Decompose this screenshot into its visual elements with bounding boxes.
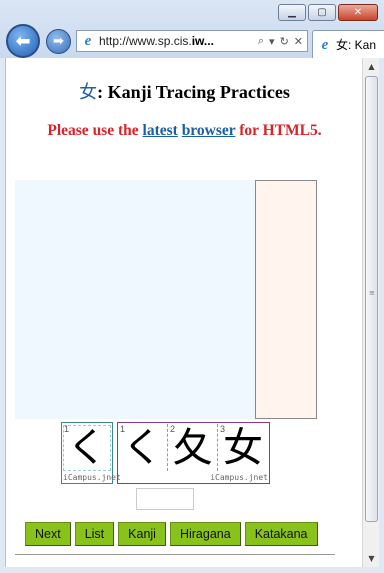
browser-notice: Please use the latest browser for HTML5. xyxy=(6,122,362,140)
stroke-preview-single: 1 く iCampus.jnet xyxy=(61,422,121,484)
stroke-glyph: 女 xyxy=(223,425,263,471)
back-button[interactable]: ⬅ xyxy=(6,24,40,58)
kanji-button[interactable]: Kanji xyxy=(118,522,166,546)
browser-tab[interactable]: e 女: Kan xyxy=(312,30,384,58)
stop-icon[interactable]: ✕ xyxy=(294,35,303,48)
page-title: 女: Kanji Tracing Practices xyxy=(6,78,362,104)
vertical-scrollbar[interactable]: ▲ ≡ ▼ xyxy=(362,58,379,567)
stroke-order-sequence: 1 く 2 夂 3 女 iCampus.jnet xyxy=(117,422,270,484)
maximize-button[interactable]: ▢ xyxy=(308,4,336,21)
window-controls: ▁ ▢ ✕ xyxy=(278,4,378,21)
chevron-down-icon[interactable]: ▾ xyxy=(269,35,275,48)
address-bar[interactable]: e http://www.sp.cis.iw... ⌕ ▾ ↻ ✕ xyxy=(76,30,308,52)
title-text: : Kanji Tracing Practices xyxy=(97,82,290,102)
url-prefix: http://www.sp.cis. xyxy=(99,34,192,48)
stroke-cell: 1 く xyxy=(118,424,168,471)
forward-button[interactable]: ➡ xyxy=(46,29,71,54)
list-button[interactable]: List xyxy=(74,522,115,546)
refresh-icon[interactable]: ↻ xyxy=(280,35,289,48)
search-icon[interactable]: ⌕ xyxy=(258,35,264,48)
browser-link[interactable]: browser xyxy=(182,122,236,139)
stroke-cell: 2 夂 xyxy=(168,424,218,471)
katakana-button[interactable]: Katakana xyxy=(244,522,318,546)
grip-icon: ≡ xyxy=(369,289,375,297)
side-panel[interactable] xyxy=(255,180,317,419)
credit-text: iCampus.jnet xyxy=(210,473,268,482)
tracing-canvas[interactable] xyxy=(15,180,255,419)
forward-arrow-icon: ➡ xyxy=(53,34,64,49)
hiragana-button[interactable]: Hiragana xyxy=(169,522,241,546)
address-url[interactable]: http://www.sp.cis.iw... xyxy=(99,34,258,48)
notice-suffix: for HTML5. xyxy=(235,122,322,139)
scrollbar-thumb[interactable]: ≡ xyxy=(365,76,378,522)
back-arrow-icon: ⬅ xyxy=(15,30,31,52)
url-domain: iw... xyxy=(191,34,214,48)
browser-chrome: ▁ ▢ ✕ ⬅ ➡ e http://www.sp.cis.iw... ⌕ ▾ … xyxy=(0,0,384,58)
divider xyxy=(15,554,335,555)
ie-icon: e xyxy=(84,33,92,49)
answer-input[interactable] xyxy=(136,488,194,510)
scroll-down-icon[interactable]: ▼ xyxy=(364,551,379,566)
tab-ie-icon: e xyxy=(321,36,329,53)
latest-link[interactable]: latest xyxy=(143,122,178,139)
credit-text: iCampus.jnet xyxy=(63,473,121,482)
stroke-cell: 3 女 xyxy=(218,424,268,471)
stroke-cell: 1 く xyxy=(62,424,112,471)
stroke-glyph: 夂 xyxy=(172,425,213,471)
notice-prefix: Please use the xyxy=(47,122,143,139)
stroke-glyph: く xyxy=(122,425,163,471)
next-button[interactable]: Next xyxy=(25,522,71,546)
tab-title: 女: Kan xyxy=(336,38,377,52)
page-viewport: 女: Kanji Tracing Practices Please use th… xyxy=(5,58,362,567)
title-kanji-link[interactable]: 女 xyxy=(79,82,97,102)
minimize-button[interactable]: ▁ xyxy=(278,4,306,21)
navigation-buttons: Next List Kanji Hiragana Katakana xyxy=(25,522,318,546)
stroke-glyph: く xyxy=(67,425,107,471)
close-button[interactable]: ✕ xyxy=(338,4,378,21)
scroll-up-icon[interactable]: ▲ xyxy=(364,59,379,74)
address-tools: ⌕ ▾ ↻ ✕ xyxy=(258,35,307,48)
